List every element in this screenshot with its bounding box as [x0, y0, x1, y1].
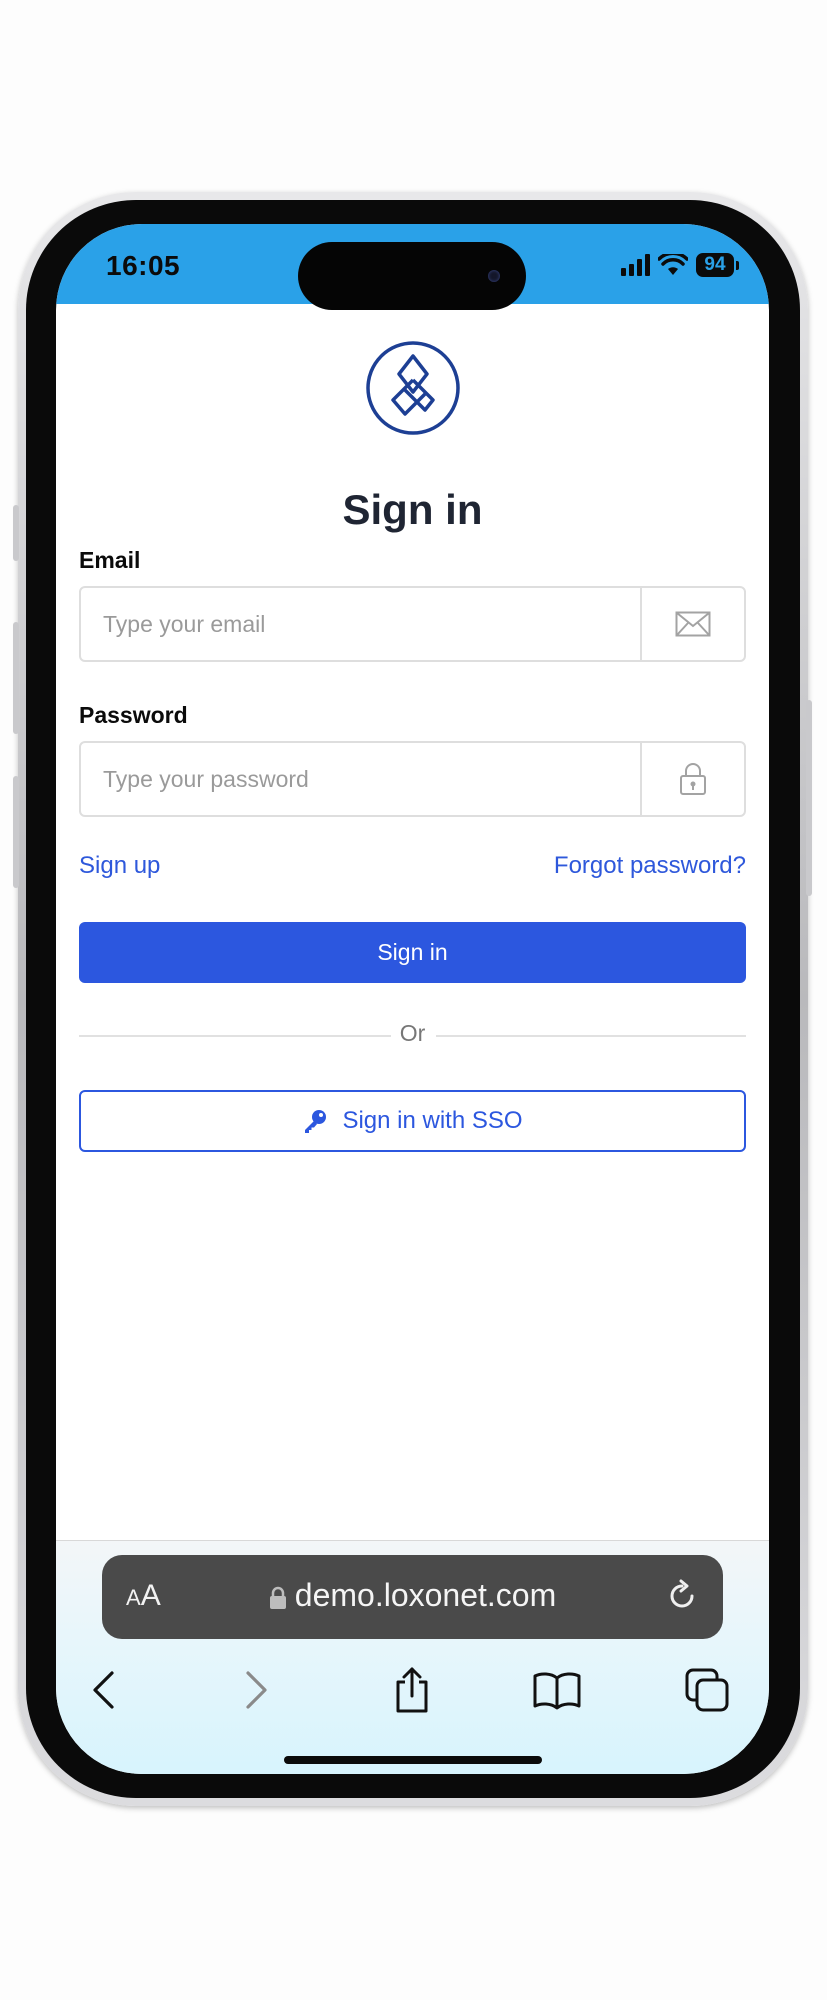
page-title: Sign in: [342, 486, 483, 533]
url-display: demo.loxonet.com: [102, 1577, 723, 1614]
key-icon: [305, 1110, 327, 1133]
email-label: Email: [79, 547, 141, 573]
tabs-button[interactable]: [682, 1665, 732, 1715]
padlock-icon: [680, 763, 706, 795]
password-input[interactable]: [81, 743, 641, 815]
bookmarks-icon: [533, 1672, 581, 1710]
divider-or-text: Or: [399, 1020, 426, 1046]
url-text: demo.loxonet.com: [294, 1577, 557, 1613]
volume-down-button: [13, 776, 19, 888]
wifi-icon: [658, 254, 688, 275]
password-addon: [640, 743, 744, 815]
email-input-group: [79, 586, 746, 662]
tabs-icon: [685, 1668, 729, 1712]
lock-icon: [269, 1586, 286, 1609]
share-button[interactable]: [387, 1665, 437, 1715]
sso-button-label: Sign in with SSO: [342, 1107, 523, 1134]
bookmarks-button[interactable]: [532, 1665, 582, 1715]
forward-icon: [246, 1671, 267, 1709]
forgot-password-link[interactable]: Forgot password?: [554, 852, 746, 880]
sign-in-button[interactable]: Sign in: [79, 922, 746, 983]
status-icons: 94: [620, 252, 739, 278]
status-time: 16:05: [106, 250, 181, 281]
email-input[interactable]: [81, 588, 641, 660]
loxonet-logo: [366, 341, 460, 435]
share-icon: [396, 1667, 428, 1713]
forward-button[interactable]: [232, 1665, 282, 1715]
home-indicator: [284, 1756, 542, 1764]
email-addon: [640, 588, 744, 660]
battery-indicator: 94: [696, 253, 734, 277]
password-label: Password: [79, 702, 188, 728]
power-button: [806, 700, 812, 896]
phone-screen: 16:05 94 Sign in Email Type your email P…: [56, 224, 769, 1774]
password-input-group: [79, 741, 746, 817]
sign-in-button-label: Sign in: [377, 939, 448, 965]
address-bar[interactable]: AA AA demo.loxonet.com: [102, 1555, 723, 1639]
reload-icon[interactable]: [663, 1577, 701, 1615]
back-icon: [93, 1671, 114, 1709]
divider-line-right: [436, 1035, 746, 1037]
sign-up-link[interactable]: Sign up: [79, 852, 160, 880]
browser-bottom-bar: AA AA demo.loxonet.com: [56, 1540, 769, 1774]
cellular-signal-icon: [621, 254, 650, 276]
battery-tip: [736, 260, 739, 270]
action-button: [13, 505, 19, 561]
back-button[interactable]: [78, 1665, 128, 1715]
dynamic-island: [298, 242, 526, 310]
sso-button[interactable]: Sign in with SSO: [79, 1090, 746, 1152]
envelope-icon: [675, 611, 711, 637]
volume-up-button: [13, 622, 19, 734]
front-camera: [488, 270, 500, 282]
